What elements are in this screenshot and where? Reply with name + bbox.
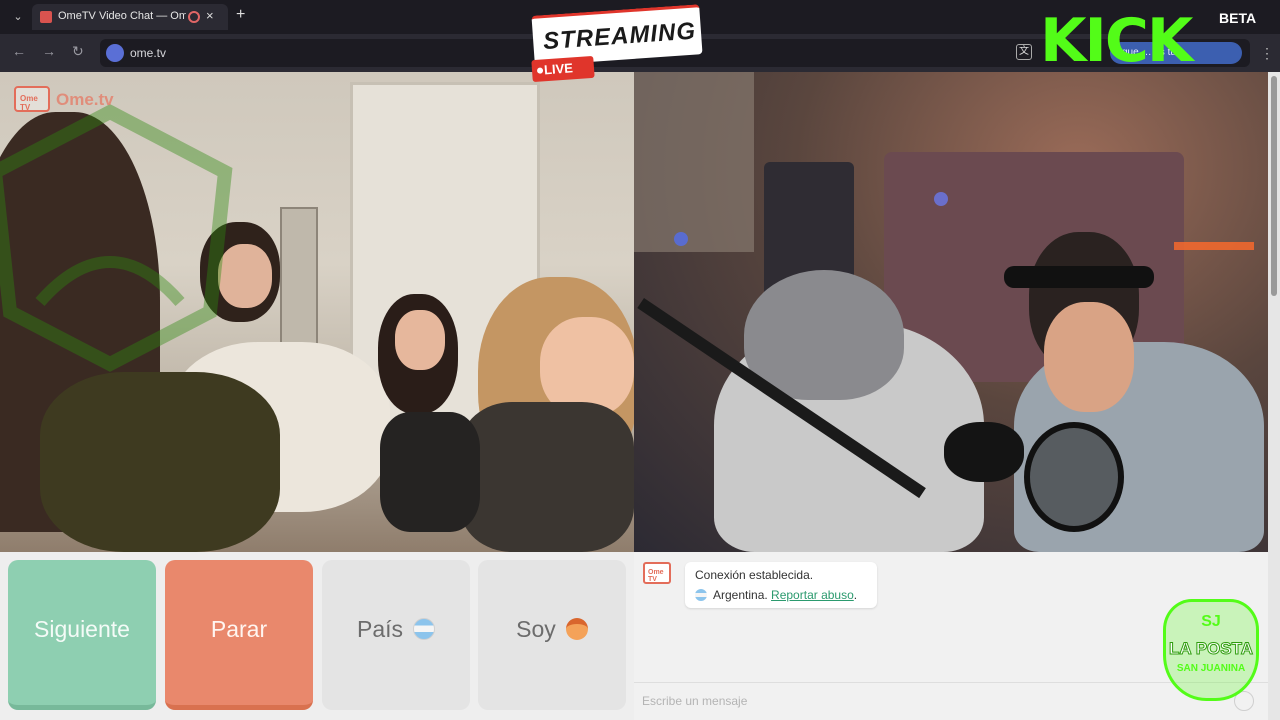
message-input[interactable] [642, 689, 1222, 713]
poster-on-wall [634, 72, 754, 252]
channel-logo: SJ LA POSTA SAN JUANINA [1155, 595, 1267, 705]
new-tab-button[interactable]: + [236, 6, 245, 24]
partner-country: Argentina. [713, 588, 768, 602]
stop-button[interactable]: Parar [165, 560, 313, 710]
back-icon[interactable]: ← [12, 43, 26, 59]
ometv-watermark-box-text: Ome TV [20, 94, 38, 112]
headphones [1004, 266, 1154, 288]
live-dot-icon [536, 67, 544, 74]
page-scrollbar[interactable] [1268, 72, 1280, 720]
report-abuse-link[interactable]: Reportar abuso [771, 588, 854, 602]
next-button-label: Siguiente [34, 616, 130, 642]
gender-selector-label: Soy [478, 616, 626, 643]
browser-tab-ometv[interactable]: OmeTV Video Chat — Ome × [32, 4, 228, 30]
report-suffix: . [853, 588, 858, 602]
recording-indicator-icon [188, 11, 200, 23]
tab-title: OmeTV Video Chat — Ome [58, 10, 186, 22]
ometv-chat-logo-icon: Ome TV [643, 562, 671, 584]
connection-status: Conexión establecida. [695, 568, 814, 582]
site-info-icon[interactable] [106, 44, 124, 62]
microphone [944, 422, 1024, 482]
live-badge: LIVE [531, 55, 595, 83]
grey-cap [744, 270, 904, 400]
ometv-watermark-box: Ome TV [14, 86, 50, 112]
close-tab-icon[interactable]: × [206, 8, 214, 23]
ometv-watermark-text: Ome.tv [56, 90, 114, 109]
led-strip [1174, 242, 1254, 250]
streaming-text: STREAMING [542, 17, 697, 56]
country-selector-label: País [322, 616, 470, 643]
channel-logo-name: LA POSTA [1168, 639, 1254, 659]
live-text: LIVE [543, 60, 574, 78]
pop-filter [1024, 422, 1124, 532]
remote-video: Ome TV Ome.tv [0, 72, 634, 552]
tab-list-icon[interactable]: ⌄ [8, 8, 28, 26]
reload-icon[interactable]: ↻ [72, 43, 84, 60]
channel-logo-subtitle: SAN JUANINA [1176, 663, 1246, 674]
country-selector[interactable]: País [322, 560, 470, 710]
url-text[interactable]: ome.tv [130, 46, 166, 60]
local-video [634, 72, 1268, 552]
person-dark-clothes [380, 412, 480, 532]
kick-logo: KICK [1040, 6, 1193, 76]
patterned-pajamas [40, 372, 280, 552]
disco-light-dot [674, 232, 688, 246]
person-middle-face [395, 310, 445, 370]
gender-selector[interactable]: Soy [478, 560, 626, 710]
screen: ⌄ OmeTV Video Chat — Ome × + ← → ↻ ome.t… [0, 0, 1280, 720]
country-selector-text: País [356, 616, 404, 642]
translate-icon[interactable]: 文 [1016, 44, 1032, 60]
partner-country-line: Argentina. Reportar abuso. [695, 588, 857, 602]
argentina-flag-icon [413, 618, 436, 640]
channel-logo-initials: SJ [1201, 613, 1221, 630]
stop-button-label: Parar [210, 616, 268, 642]
chat-logo-text: Ome TV [648, 569, 664, 583]
person-right-shirt [460, 402, 634, 552]
person-face [1044, 302, 1134, 412]
argentina-flag-icon [695, 589, 707, 601]
chat-controls: Siguiente Parar País Soy [0, 552, 634, 720]
ometv-favicon-icon [40, 11, 52, 23]
browser-menu-icon[interactable]: ⋮ [1260, 45, 1274, 62]
disco-light-dot [934, 192, 948, 206]
beta-label: BETA [1219, 10, 1257, 26]
scrollbar-thumb[interactable] [1271, 76, 1277, 296]
channel-ghost-watermark-icon [0, 104, 233, 372]
system-message: Conexión establecida. Argentina. Reporta… [685, 562, 877, 608]
forward-icon[interactable]: → [42, 43, 56, 59]
gender-selector-text: Soy [516, 616, 556, 642]
boy-face-icon [565, 618, 588, 640]
next-button[interactable]: Siguiente [8, 560, 156, 710]
